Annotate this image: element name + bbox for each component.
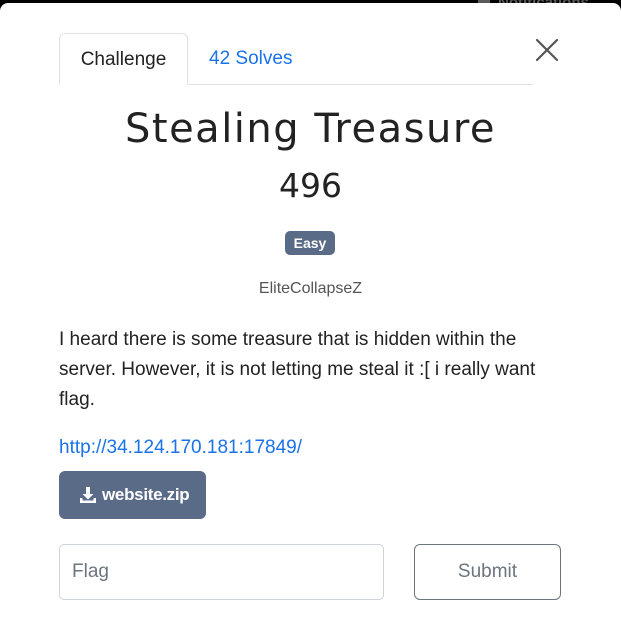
challenge-tabs: Challenge 42 Solves — [59, 33, 533, 85]
close-button[interactable] — [534, 37, 560, 63]
tab-solves[interactable]: 42 Solves — [209, 33, 292, 83]
challenge-author: EliteCollapseZ — [258, 280, 363, 297]
download-icon — [80, 487, 96, 503]
flag-input[interactable] — [59, 544, 384, 600]
tab-challenge[interactable]: Challenge — [59, 33, 188, 85]
close-icon — [535, 38, 559, 62]
challenge-description: I heard there is some treasure that is h… — [59, 329, 536, 410]
download-file-button[interactable]: website.zip — [59, 471, 206, 519]
submit-button[interactable]: Submit — [414, 544, 561, 600]
challenge-title: Stealing Treasure — [125, 106, 496, 152]
challenge-url-link[interactable]: http://34.124.170.181:17849/ — [59, 437, 302, 459]
challenge-modal: Challenge 42 Solves Stealing Treasure 49… — [0, 3, 621, 625]
difficulty-badge: Easy — [285, 231, 335, 255]
download-file-label: website.zip — [102, 485, 190, 504]
challenge-points: 496 — [279, 166, 342, 205]
